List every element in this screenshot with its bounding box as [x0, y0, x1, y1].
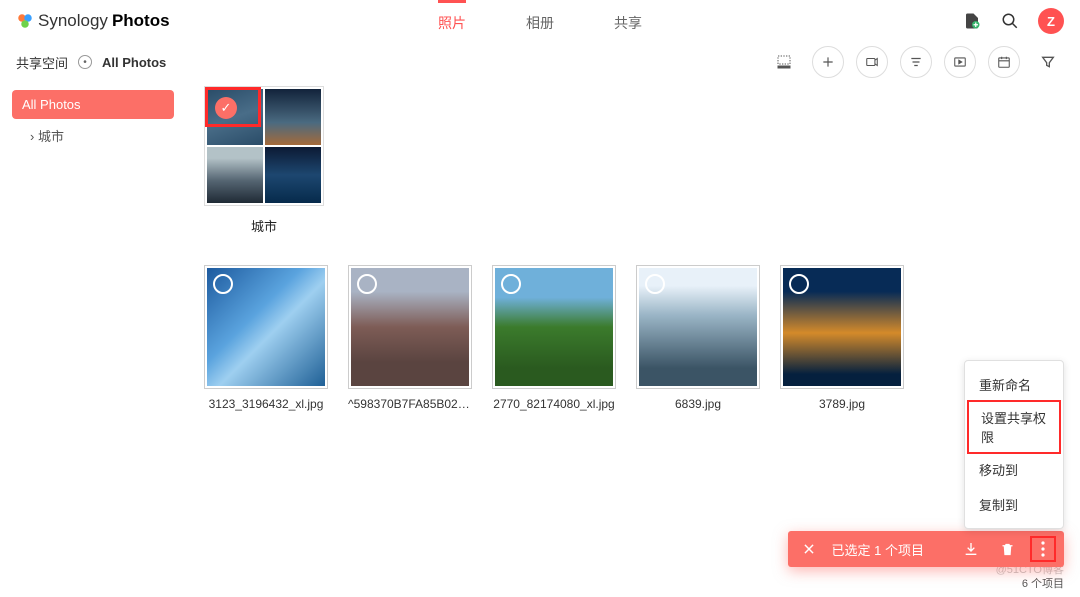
- photo-filename: 6839.jpg: [636, 397, 760, 411]
- photo-item[interactable]: 6839.jpg: [636, 265, 760, 411]
- menu-move-to[interactable]: 移动到: [965, 452, 1063, 487]
- delete-icon[interactable]: [994, 536, 1020, 562]
- breadcrumb-separator-icon: •: [78, 55, 92, 69]
- album-label: 城市: [204, 216, 324, 235]
- photo-thumbnail: [492, 265, 616, 389]
- logo-text-2: Photos: [112, 11, 170, 31]
- download-icon[interactable]: [958, 536, 984, 562]
- thumb-quadrant: [265, 89, 321, 145]
- item-count: 6 个项目: [1022, 575, 1064, 591]
- photo-filename: ^598370B7FA85B02A310...: [348, 397, 472, 411]
- nav-tab-photos[interactable]: 照片: [438, 0, 466, 42]
- sidebar: All Photos › 城市: [0, 82, 186, 597]
- menu-share-permissions[interactable]: 设置共享权限: [967, 400, 1061, 454]
- logo-text-1: Synology: [38, 11, 108, 31]
- subheader: 共享空间 • All Photos: [0, 42, 1080, 82]
- share-button[interactable]: [856, 46, 888, 78]
- photo-thumbnail: [636, 265, 760, 389]
- photo-item[interactable]: 3789.jpg: [780, 265, 904, 411]
- header-actions: Z: [962, 8, 1064, 34]
- breadcrumb-root[interactable]: 共享空间: [16, 53, 68, 72]
- breadcrumb: 共享空间 • All Photos: [16, 53, 166, 72]
- select-circle-icon[interactable]: [645, 274, 665, 294]
- select-circle-icon[interactable]: [213, 274, 233, 294]
- photo-item[interactable]: 3123_3196432_xl.jpg: [204, 265, 328, 411]
- close-selection-icon[interactable]: [796, 536, 822, 562]
- album-item[interactable]: ✓ 城市: [204, 86, 324, 235]
- app-header: Synology Photos 照片 相册 共享 Z: [0, 0, 1080, 42]
- selection-text: 已选定 1 个项目: [832, 540, 924, 559]
- main-area: ✓ 城市 3123_3196432_xl.jpg ^598370B7FA85B0…: [186, 82, 1080, 597]
- context-menu: 重新命名 设置共享权限 移动到 复制到: [964, 360, 1064, 529]
- thumb-quadrant: [265, 147, 321, 203]
- avatar[interactable]: Z: [1038, 8, 1064, 34]
- search-icon[interactable]: [1000, 11, 1020, 31]
- photo-thumbnail: [204, 265, 328, 389]
- select-circle-icon[interactable]: [501, 274, 521, 294]
- content: All Photos › 城市 ✓ 城市 3123_3196432_xl.jpg: [0, 82, 1080, 597]
- sidebar-item-all-photos[interactable]: All Photos: [12, 90, 174, 119]
- add-button[interactable]: [812, 46, 844, 78]
- select-circle-icon[interactable]: [357, 274, 377, 294]
- menu-copy-to[interactable]: 复制到: [965, 487, 1063, 522]
- sort-button[interactable]: [900, 46, 932, 78]
- more-icon[interactable]: [1030, 536, 1056, 562]
- photo-filename: 3123_3196432_xl.jpg: [204, 397, 328, 411]
- select-circle-icon[interactable]: [789, 274, 809, 294]
- selection-bar: 已选定 1 个项目: [788, 531, 1064, 567]
- thumb-quadrant: [207, 147, 263, 203]
- app-logo[interactable]: Synology Photos: [16, 11, 170, 31]
- filter-icon[interactable]: [1032, 46, 1064, 78]
- photo-filename: 2770_82174080_xl.jpg: [492, 397, 616, 411]
- upload-icon[interactable]: [962, 11, 982, 31]
- photo-filename: 3789.jpg: [780, 397, 904, 411]
- sidebar-item-label: 城市: [38, 129, 64, 144]
- highlight-box: [205, 87, 261, 127]
- logo-icon: [16, 12, 34, 30]
- nav-tabs: 照片 相册 共享: [438, 0, 642, 42]
- photo-item[interactable]: 2770_82174080_xl.jpg: [492, 265, 616, 411]
- nav-tab-albums[interactable]: 相册: [526, 0, 554, 42]
- sidebar-item-city[interactable]: › 城市: [12, 119, 174, 152]
- menu-rename[interactable]: 重新命名: [965, 367, 1063, 402]
- nav-tab-share[interactable]: 共享: [614, 0, 642, 42]
- album-thumbnail: ✓: [204, 86, 324, 206]
- select-mode-icon[interactable]: [768, 46, 800, 78]
- album-row: ✓ 城市: [204, 86, 1062, 235]
- toolbar: [768, 46, 1064, 78]
- date-button[interactable]: [988, 46, 1020, 78]
- photo-item[interactable]: ^598370B7FA85B02A310...: [348, 265, 472, 411]
- photo-thumbnail: [348, 265, 472, 389]
- breadcrumb-current[interactable]: All Photos: [102, 55, 166, 70]
- photo-grid: 3123_3196432_xl.jpg ^598370B7FA85B02A310…: [204, 265, 1062, 411]
- slideshow-button[interactable]: [944, 46, 976, 78]
- photo-thumbnail: [780, 265, 904, 389]
